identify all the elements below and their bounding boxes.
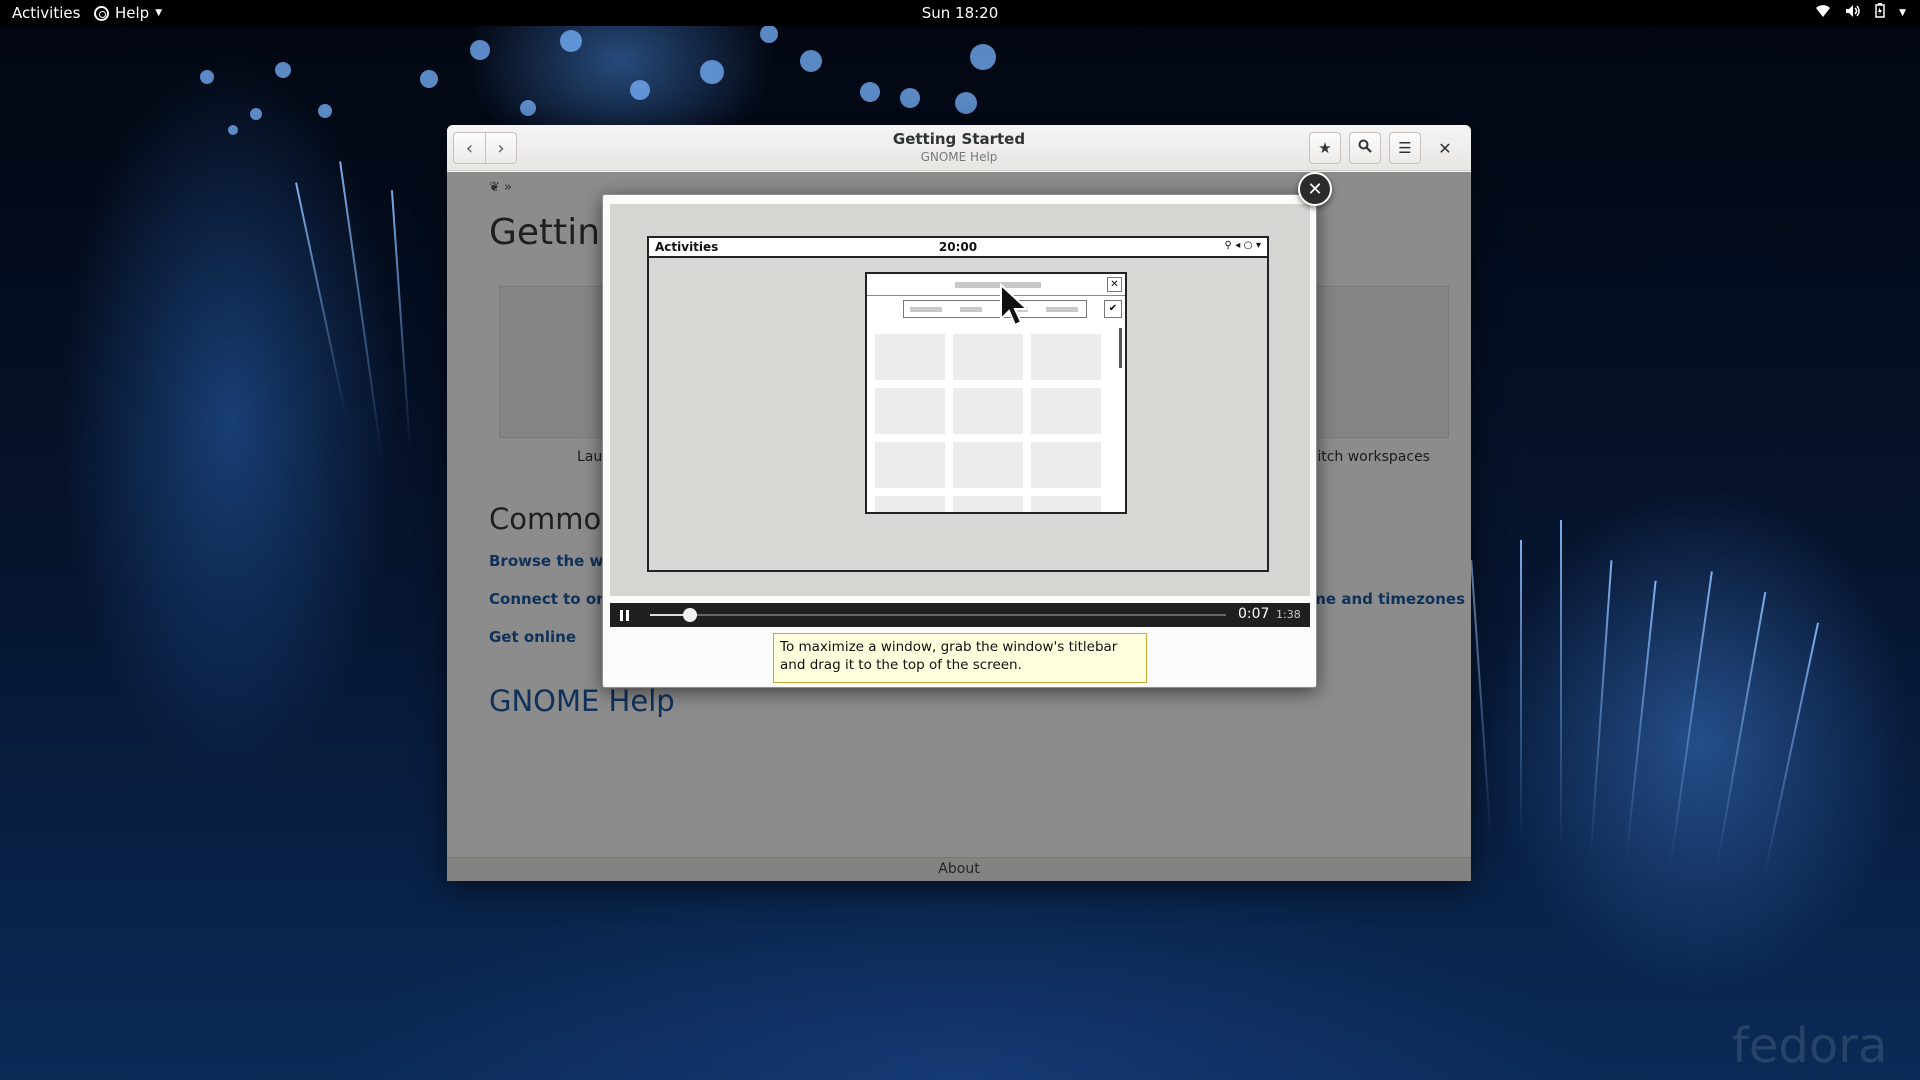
bookmark-button[interactable]: ★ xyxy=(1309,132,1341,164)
window-close-button[interactable]: ✕ xyxy=(1429,132,1461,164)
animated-top-bar: Activities 20:00 ⚲ ◂ ○ ▾ xyxy=(649,238,1267,258)
header-actions: ★ ☰ xyxy=(1309,132,1421,164)
hamburger-icon: ☰ xyxy=(1398,139,1412,157)
animated-check-icon: ✔ xyxy=(1104,300,1122,318)
pause-button[interactable] xyxy=(613,605,635,625)
pause-icon xyxy=(619,609,623,621)
popup-close-button[interactable]: ✕ xyxy=(1298,172,1332,206)
animated-status-icons: ⚲ ◂ ○ ▾ xyxy=(1224,240,1261,251)
wifi-icon xyxy=(1815,4,1831,22)
system-menu-chevron-icon: ▼ xyxy=(1899,7,1906,18)
chevron-down-icon: ▼ xyxy=(155,8,163,18)
top-bar: Activities Help ▼ Sun 18:20 ▼ xyxy=(0,0,1920,26)
animated-screen: Activities 20:00 ⚲ ◂ ○ ▾ ✕ ✔ xyxy=(647,236,1269,572)
total-time: 1:38 xyxy=(1276,608,1301,621)
menu-button[interactable]: ☰ xyxy=(1389,132,1421,164)
app-menu[interactable]: Help ▼ xyxy=(94,4,162,22)
activities-button[interactable]: Activities xyxy=(12,4,80,22)
video-popup: Activities 20:00 ⚲ ◂ ○ ▾ ✕ ✔ 0:07 1:38 T… xyxy=(602,194,1317,688)
current-time: 0:07 xyxy=(1238,606,1270,622)
star-icon: ★ xyxy=(1318,139,1332,157)
video-controls: 0:07 1:38 xyxy=(610,603,1310,627)
help-app-icon xyxy=(94,5,109,21)
search-button[interactable] xyxy=(1349,132,1381,164)
mouse-pointer-icon xyxy=(1000,283,1030,327)
status-area[interactable]: ▼ xyxy=(1815,3,1906,22)
app-menu-label: Help xyxy=(115,4,150,22)
animated-clock-label: 20:00 xyxy=(938,240,978,254)
search-icon xyxy=(1358,139,1372,157)
animated-window: ✕ ✔ xyxy=(865,272,1127,514)
animated-tabs xyxy=(903,300,1087,318)
animated-titlebar: ✕ xyxy=(867,274,1125,296)
animated-close-icon: ✕ xyxy=(1107,277,1122,292)
pause-icon-bar xyxy=(625,609,629,621)
video-player[interactable]: Activities 20:00 ⚲ ◂ ○ ▾ ✕ ✔ xyxy=(610,204,1310,596)
seek-track[interactable] xyxy=(650,614,1226,616)
volume-icon xyxy=(1845,4,1861,22)
fedora-logo: fedora xyxy=(1732,1018,1888,1074)
header-bar: ‹ › Getting Started GNOME Help ★ ☰ ✕ xyxy=(447,125,1471,171)
video-caption: To maximize a window, grab the window's … xyxy=(773,633,1147,683)
battery-icon xyxy=(1875,3,1885,22)
clock[interactable]: Sun 18:20 xyxy=(922,4,999,22)
close-icon: ✕ xyxy=(1307,178,1323,200)
close-icon: ✕ xyxy=(1438,138,1452,158)
clock-container: Sun 18:20 xyxy=(0,4,1920,22)
seek-handle[interactable] xyxy=(683,608,698,622)
